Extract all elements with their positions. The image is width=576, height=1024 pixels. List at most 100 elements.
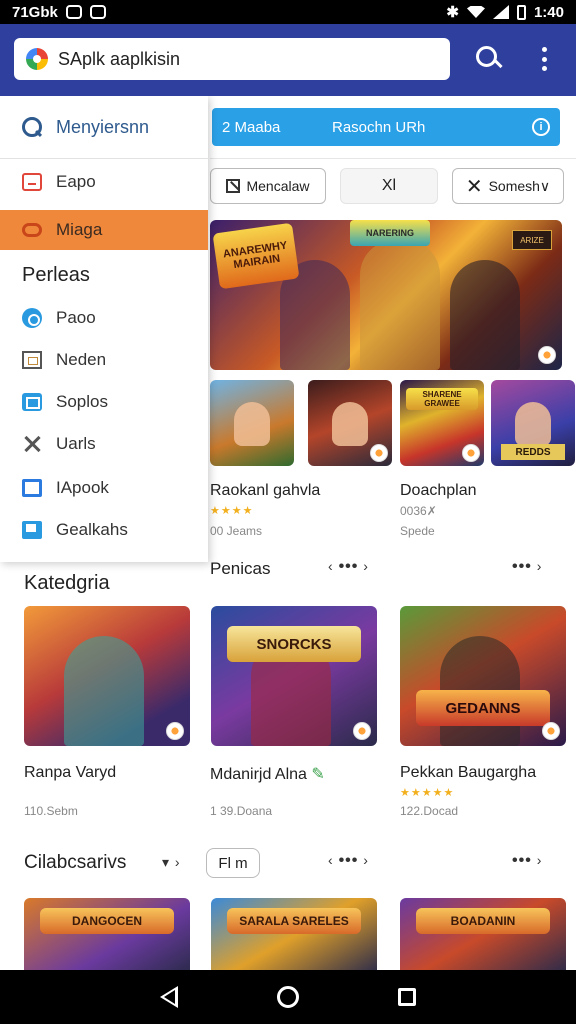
gallery-icon xyxy=(22,521,42,539)
filter-chip-2[interactable]: Χl xyxy=(340,168,438,204)
notification-icon xyxy=(65,5,82,19)
game-thumbnail-4[interactable]: REDDS xyxy=(491,380,575,466)
status-bar: 71Gbk ✱ 1:40 xyxy=(0,0,576,24)
game-meta: 0036✗ xyxy=(400,504,437,518)
drawer-subitem-label: IApook xyxy=(56,478,109,497)
card-title[interactable]: Pekkan Baugargha xyxy=(400,764,536,782)
game-card-bottom-1[interactable]: DANGOCEN xyxy=(24,898,190,970)
search-input-text: SAplk aaplkisin xyxy=(58,48,181,69)
game-card-bottom-2[interactable]: SARALA SARELES xyxy=(211,898,377,970)
search-input[interactable]: SAplk aaplkisin xyxy=(14,38,450,80)
game-thumbnail-3[interactable]: SHARENE GRAWEE xyxy=(400,380,484,466)
card-logo: GEDANNS xyxy=(416,690,550,726)
card-logo: DANGOCEN xyxy=(40,908,174,934)
hero-character-2 xyxy=(360,240,440,370)
section-pager[interactable]: ••• › xyxy=(512,558,542,576)
section-title-cats2: Cilabcsarivs xyxy=(24,852,127,873)
filter-chip-1-label: Mencalaw xyxy=(246,178,310,194)
drawer-subitem[interactable]: Soplos xyxy=(0,382,208,422)
game-card-3[interactable]: GEDANNS xyxy=(400,606,566,746)
game-card-2[interactable]: SNORCKS xyxy=(211,606,377,746)
featured-game-banner[interactable]: ANAREWHY MAIRAIN NARERING ARIZE xyxy=(210,220,562,370)
divider xyxy=(0,158,208,159)
drawer-subitem-label: Paoo xyxy=(56,308,96,327)
more-options-icon[interactable] xyxy=(536,44,552,74)
drawer-header-label: Menyiersnn xyxy=(56,116,150,137)
card-title-text: Mdanirjd Alna xyxy=(210,766,307,783)
game-badge-icon xyxy=(542,722,560,740)
card-logo: SNORCKS xyxy=(227,626,361,662)
main-content: 2 Maaba Rasochn URh i Mencalaw Χl ✕ Some… xyxy=(0,96,576,970)
game-badge-icon xyxy=(538,346,556,364)
filter-button[interactable]: Fl m xyxy=(206,848,260,878)
frame-icon xyxy=(22,351,42,369)
game-badge-icon xyxy=(370,444,388,462)
drawer-subitem[interactable]: Gealkahs xyxy=(0,510,208,550)
wifi-icon xyxy=(466,6,485,18)
section-title-categories: Katedgria xyxy=(24,572,110,594)
filter-chip-2-label: Χl xyxy=(381,177,397,194)
search-icon xyxy=(22,117,42,137)
game-thumbnail-2[interactable] xyxy=(308,380,392,466)
card-logo: SARALA SARELES xyxy=(227,908,361,934)
drawer-subitem[interactable]: IApook xyxy=(0,468,208,508)
character-art xyxy=(64,636,144,746)
character-art xyxy=(234,402,270,446)
drawer-header[interactable]: Menyiersnn xyxy=(0,110,208,144)
rating-stars: ★★★★ xyxy=(210,505,254,517)
status-carrier: 71Gbk xyxy=(12,3,58,21)
card-title[interactable]: Ranpa Varyd xyxy=(24,764,116,782)
app-screen: 71Gbk ✱ 1:40 SAplk aaplkisin 2 Maaba Ras… xyxy=(0,0,576,1024)
rating-stars: ★★★★★ xyxy=(400,787,455,799)
filter-chip-1[interactable]: Mencalaw xyxy=(210,168,326,204)
drawer-subitem[interactable]: Uarls xyxy=(0,424,208,464)
hero-top-logo: NARERING xyxy=(350,220,430,246)
drawer-subitem-label: Gealkahs xyxy=(56,520,128,539)
filter-chip-3[interactable]: ✕ Somesh∨ xyxy=(452,168,564,204)
hero-badge: ARIZE xyxy=(512,230,552,250)
game-card-bottom-3[interactable]: BOADANIN xyxy=(400,898,566,970)
drawer-subitem[interactable]: Paoo xyxy=(0,298,208,338)
search-icon[interactable] xyxy=(474,44,504,74)
close-icon: ✕ xyxy=(465,175,483,198)
close-icon xyxy=(22,434,42,454)
card-meta: 1 39.Doana xyxy=(210,804,273,818)
section-pager[interactable]: ▾ › xyxy=(162,854,181,871)
game-badge-icon xyxy=(166,722,184,740)
card-title[interactable]: Mdanirjd Alna ✎ xyxy=(210,764,325,784)
image-icon xyxy=(22,393,42,411)
game-badge-icon xyxy=(462,444,480,462)
thumbnail-logo: REDDS xyxy=(501,444,565,460)
system-navigation-bar xyxy=(0,970,576,1024)
section-pager[interactable]: ‹ ••• › xyxy=(328,558,369,576)
game-thumbnail-1[interactable] xyxy=(210,380,294,466)
recent-apps-icon[interactable] xyxy=(398,988,416,1006)
banner-left-text: 2 Maaba xyxy=(222,118,281,136)
info-icon[interactable]: i xyxy=(532,118,550,136)
drawer-subitem[interactable]: Neden xyxy=(0,340,208,380)
filter-chip-3-label: Somesh∨ xyxy=(488,177,551,194)
link-icon xyxy=(22,223,42,237)
section-pager[interactable]: ‹ ••• › xyxy=(328,852,369,870)
character-art xyxy=(332,402,368,446)
crop-icon xyxy=(226,179,241,193)
section-title-popular: Penicas xyxy=(210,559,271,578)
drawer-item-eapo[interactable]: Eapo xyxy=(0,162,208,202)
hero-game-logo: ANAREWHY MAIRAIN xyxy=(212,222,300,290)
bluetooth-icon: ✱ xyxy=(446,4,459,21)
home-icon[interactable] xyxy=(277,986,299,1008)
section-pager[interactable]: ••• › xyxy=(512,852,542,870)
back-icon[interactable] xyxy=(160,986,178,1008)
top-app-bar: SAplk aaplkisin xyxy=(0,24,576,96)
game-badge-icon xyxy=(353,722,371,740)
drawer-subitem-label: Neden xyxy=(56,350,107,369)
drawer-item-miaga[interactable]: Miaga xyxy=(0,210,208,250)
drawer-subitem-label: Soplos xyxy=(56,392,108,411)
promo-banner[interactable]: 2 Maaba Rasochn URh i xyxy=(212,108,560,146)
game-title[interactable]: Raokanl gahvla xyxy=(210,482,320,500)
game-title[interactable]: Doachplan xyxy=(400,482,477,500)
banner-right-text: Rasochn URh xyxy=(332,118,426,136)
signal-icon xyxy=(492,5,509,19)
game-card-1[interactable] xyxy=(24,606,190,746)
game-meta: 00 Jeams xyxy=(210,524,263,538)
